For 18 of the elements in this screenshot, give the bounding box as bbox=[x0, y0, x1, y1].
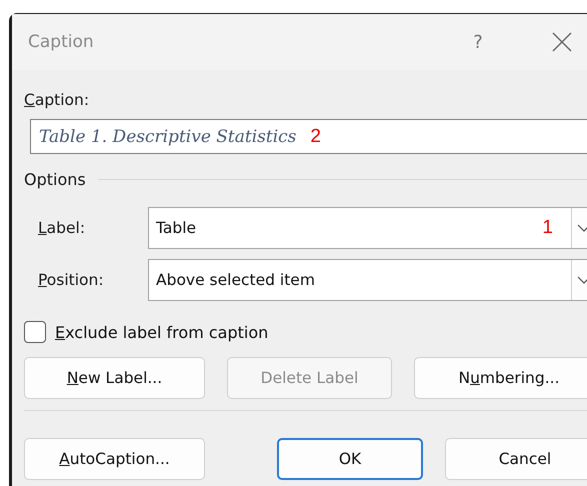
dropdown-field[interactable]: Table 1 bbox=[148, 207, 587, 249]
dialog-button[interactable]: Numbering... bbox=[414, 357, 587, 399]
chevron-down-icon bbox=[577, 224, 587, 232]
dialog-button[interactable]: AutoCaption... bbox=[24, 438, 205, 480]
field-label: Label: bbox=[38, 219, 86, 237]
dialog-button[interactable]: Cancel bbox=[445, 438, 587, 480]
chevron-down-icon bbox=[577, 276, 587, 284]
caption-label: Caption: bbox=[24, 91, 90, 109]
close-icon bbox=[551, 31, 573, 53]
dialog-button[interactable]: New Label... bbox=[24, 357, 205, 399]
field-label: Position: bbox=[38, 271, 105, 289]
dropdown-field[interactable]: Above selected item bbox=[148, 259, 587, 301]
window-title: Caption bbox=[28, 32, 95, 52]
exclude-checkbox[interactable]: Exclude label from caption bbox=[24, 321, 268, 343]
dialog-button[interactable]: OK bbox=[277, 438, 423, 480]
options-heading: Options bbox=[24, 170, 86, 189]
caption-field[interactable]: Table 1. Descriptive Statistics 2 bbox=[30, 119, 587, 154]
help-button[interactable]: ? bbox=[454, 22, 502, 62]
